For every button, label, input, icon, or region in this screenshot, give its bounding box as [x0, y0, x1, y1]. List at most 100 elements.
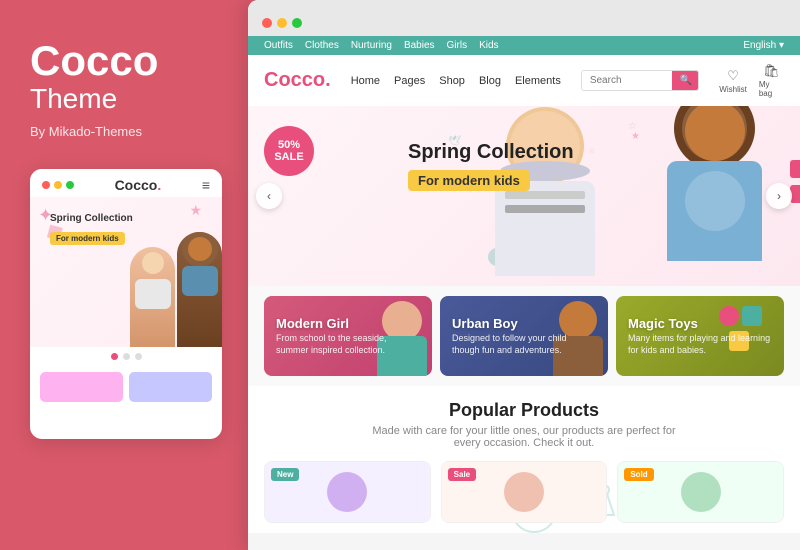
- bag-button[interactable]: 🛍 My bag: [759, 63, 784, 98]
- product-card-3[interactable]: Sold: [617, 461, 784, 523]
- child2-jacket-detail: [685, 171, 745, 231]
- mobile-hero-label: Spring Collection: [50, 213, 202, 224]
- hero-children: [460, 106, 800, 286]
- child1-stripe2: [505, 205, 585, 213]
- modern-girl-overlay: Modern Girl From school to the seaside, …: [264, 296, 432, 376]
- modern-girl-title: Modern Girl: [276, 316, 420, 331]
- child1-stripe1: [505, 191, 585, 199]
- product-1-thumb: [327, 472, 367, 512]
- mobile-nav-dot-3[interactable]: [135, 353, 142, 360]
- hero-sale-badge: 50% SALE: [264, 126, 314, 176]
- site-logo-dot: .: [325, 69, 331, 91]
- search-button[interactable]: 🔍: [672, 71, 699, 90]
- sale-text: SALE: [274, 151, 303, 163]
- chrome-window-dots: [262, 18, 302, 28]
- hero-next-button[interactable]: ›: [766, 183, 792, 209]
- mobile-nav-dot-2[interactable]: [123, 353, 130, 360]
- urban-boy-title: Urban Boy: [452, 316, 596, 331]
- brand-name: Cocco Theme By Mikado-Themes: [30, 40, 218, 139]
- hero-content: Spring Collection For modern kids: [408, 141, 574, 191]
- site-hero: ✦ ★ ✦ 🕊 ☆ ☆ 50% SALE ‹ › Spring Collecti…: [248, 106, 800, 286]
- mobile-mockup: Cocco. ≡ ✦ ◆ ★ ★ Spring Collection For m…: [30, 169, 222, 439]
- product-card-2[interactable]: Sale: [441, 461, 608, 523]
- nav-shop[interactable]: Shop: [439, 75, 465, 87]
- magic-toys-title: Magic Toys: [628, 316, 772, 331]
- mobile-logo-dot: .: [157, 177, 161, 193]
- chrome-dot-red: [262, 18, 272, 28]
- child2-body: [667, 161, 762, 261]
- browser-mockup: Outfits Clothes Nurturing Babies Girls K…: [248, 0, 800, 550]
- child1-body: [495, 181, 595, 276]
- category-modern-girl[interactable]: Modern Girl From school to the seaside, …: [264, 296, 432, 376]
- heart-icon: ♡: [727, 68, 739, 84]
- mobile-cat-2: [129, 372, 212, 402]
- category-urban-boy[interactable]: Urban Boy Designed to follow your child …: [440, 296, 608, 376]
- site-nav-actions: ♡ Wishlist 🛍 My bag: [719, 63, 784, 98]
- chrome-dot-green: [292, 18, 302, 28]
- sale-percent: 50%: [278, 139, 300, 151]
- mobile-menu-icon[interactable]: ≡: [202, 177, 210, 193]
- top-nav-clothes[interactable]: Clothes: [305, 40, 339, 51]
- mobile-mini-categories: [40, 372, 212, 402]
- mobile-hero: ✦ ◆ ★ ★ Spring Collection For modern kid…: [30, 197, 222, 347]
- scroll-indicator-1: [790, 160, 800, 178]
- mobile-below-hero: [30, 366, 222, 408]
- mobile-child-1-body: [135, 279, 171, 309]
- top-nav-language[interactable]: English ▾: [743, 40, 784, 51]
- left-panel: Cocco Theme By Mikado-Themes Cocco. ≡ ✦ …: [0, 0, 248, 550]
- nav-pages[interactable]: Pages: [394, 75, 425, 87]
- top-nav-babies[interactable]: Babies: [404, 40, 435, 51]
- product-card-1[interactable]: New: [264, 461, 431, 523]
- nav-home[interactable]: Home: [351, 75, 380, 87]
- mobile-dot-yellow: [54, 181, 62, 189]
- search-input[interactable]: [582, 71, 672, 90]
- mobile-dot-green: [66, 181, 74, 189]
- site-main-nav: Cocco. Home Pages Shop Blog Elements 🔍 ♡…: [248, 55, 800, 106]
- magic-toys-desc: Many items for playing and learning for …: [628, 333, 772, 356]
- bag-icon: 🛍: [763, 63, 780, 79]
- modern-girl-desc: From school to the seaside, summer inspi…: [276, 333, 420, 356]
- bag-label: My bag: [759, 80, 784, 98]
- hero-child-1: [460, 106, 630, 286]
- top-nav-kids[interactable]: Kids: [479, 40, 498, 51]
- wishlist-button[interactable]: ♡ Wishlist: [719, 68, 747, 94]
- popular-desc: Made with care for your little ones, our…: [364, 425, 684, 449]
- top-nav-nurturing[interactable]: Nurturing: [351, 40, 392, 51]
- mobile-child-2-body: [182, 266, 218, 296]
- wishlist-label: Wishlist: [719, 85, 747, 94]
- badge-new: New: [271, 468, 299, 481]
- top-nav-outfits[interactable]: Outfits: [264, 40, 293, 51]
- category-magic-toys[interactable]: Magic Toys Many items for playing and le…: [616, 296, 784, 376]
- site-categories: Modern Girl From school to the seaside, …: [248, 286, 800, 386]
- product-2-thumb: [504, 472, 544, 512]
- mobile-child-1: [130, 247, 175, 347]
- badge-sale: Sale: [448, 468, 476, 481]
- mobile-dot-red: [42, 181, 50, 189]
- site-search: 🔍: [581, 70, 699, 91]
- product-3-thumb: [681, 472, 721, 512]
- site-nav-links: Home Pages Shop Blog Elements: [351, 75, 561, 87]
- mobile-nav-dot-1[interactable]: [111, 353, 118, 360]
- popular-products-section: Popular Products Made with care for your…: [248, 386, 800, 533]
- mobile-child-1-head: [142, 252, 164, 274]
- popular-title: Popular Products: [264, 400, 784, 421]
- mobile-cat-1: [40, 372, 123, 402]
- magic-toys-overlay: Magic Toys Many items for playing and le…: [616, 296, 784, 376]
- mobile-top-bar: Cocco. ≡: [30, 169, 222, 197]
- site-top-nav: Outfits Clothes Nurturing Babies Girls K…: [248, 36, 800, 55]
- mobile-logo: Cocco.: [115, 177, 162, 193]
- nav-blog[interactable]: Blog: [479, 75, 501, 87]
- badge-sold: Sold: [624, 468, 653, 481]
- urban-boy-overlay: Urban Boy Designed to follow your child …: [440, 296, 608, 376]
- nav-elements[interactable]: Elements: [515, 75, 561, 87]
- mobile-window-dots: [42, 181, 74, 189]
- chrome-dot-yellow: [277, 18, 287, 28]
- urban-boy-desc: Designed to follow your child though fun…: [452, 333, 596, 356]
- top-nav-girls[interactable]: Girls: [447, 40, 468, 51]
- hero-title: Spring Collection: [408, 141, 574, 164]
- browser-chrome: [248, 0, 800, 36]
- mobile-nav-dots: [30, 347, 222, 366]
- popular-products-list: New Sale Sold: [264, 461, 784, 523]
- hero-subtitle: For modern kids: [408, 170, 530, 191]
- hero-prev-button[interactable]: ‹: [256, 183, 282, 209]
